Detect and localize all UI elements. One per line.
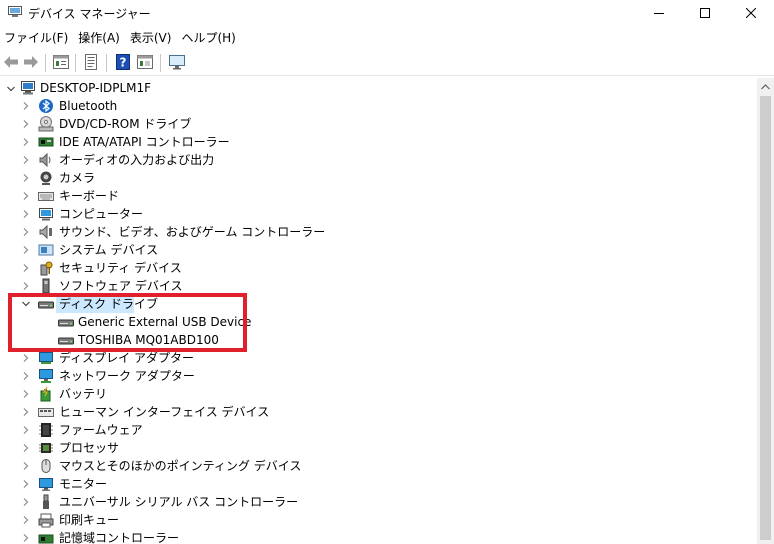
expand-chevron-icon[interactable] [21,245,31,255]
expand-chevron-icon[interactable] [21,137,31,147]
tree-item-label[interactable]: 印刷キュー [59,511,119,529]
tree-item-label[interactable]: プロセッサ [59,439,119,457]
close-button[interactable] [728,0,774,26]
expand-chevron-icon[interactable] [21,281,31,291]
svg-text:?: ? [120,56,127,70]
tree-item-label[interactable]: マウスとそのほかのポインティング デバイス [59,457,301,475]
expand-chevron-icon[interactable] [21,407,31,417]
print-queue-icon [38,513,54,528]
properties-icon[interactable] [52,53,70,71]
expand-chevron-icon[interactable] [21,353,31,363]
menu-help[interactable]: ヘルプ(H) [176,28,240,48]
maximize-button[interactable] [682,0,728,26]
device-manager-icon [8,6,22,17]
hid-icon [38,408,54,417]
expand-chevron-icon[interactable] [21,389,31,399]
tree-item-label[interactable]: ヒューマン インターフェイス デバイス [59,403,269,421]
forward-arrow-icon[interactable] [22,53,40,71]
window-title: デバイス マネージャー [28,7,151,21]
tree-item-label[interactable]: DVD/CD-ROM ドライブ [59,115,191,133]
tree-item-label[interactable]: セキュリティ デバイス [59,259,182,277]
usb-icon [43,494,49,509]
tree-item-label[interactable]: システム デバイス [59,241,158,259]
tree-item-label[interactable]: IDE ATA/ATAPI コントローラー [59,133,230,151]
expand-chevron-icon[interactable] [21,263,31,273]
expand-chevron-icon[interactable] [21,371,31,381]
ide-controller-icon [38,137,54,147]
menu-file[interactable]: ファイル(F) [0,28,73,48]
storage-controller-icon [38,534,54,544]
monitor-icon [39,478,53,491]
computer-icon [39,208,53,221]
scroll-thumb[interactable] [760,96,771,540]
toolbar-separator [106,54,107,72]
display-adapter-icon [39,352,53,364]
expand-chevron-icon[interactable] [21,155,31,165]
menu-bar: ファイル(F) 操作(A) 表示(V) ヘルプ(H) [0,28,241,48]
camera-icon [40,171,52,185]
expand-chevron-icon[interactable] [21,209,31,219]
scroll-up-icon [761,83,770,89]
expand-chevron-icon[interactable] [21,479,31,489]
minimize-icon [654,13,664,14]
tree-item-label[interactable]: コンピューター [59,205,143,223]
help-icon[interactable]: ? [114,53,132,71]
back-arrow-icon[interactable] [2,53,20,71]
processor-icon [39,443,53,453]
expand-chevron-icon[interactable] [21,533,31,543]
tree-item-label[interactable]: サウンド、ビデオ、およびゲーム コントローラー [59,223,325,241]
tree-item-label[interactable]: モニター [59,475,107,493]
tree-item-label[interactable]: オーディオの入力および出力 [59,151,214,169]
tree-item-label[interactable]: キーボード [59,187,119,205]
expand-chevron-icon[interactable] [21,515,31,525]
tree-item-label[interactable]: 記憶域コントローラー [59,529,179,544]
toolbar: ? [0,50,774,76]
expand-chevron-icon[interactable] [21,227,31,237]
monitor-icon[interactable] [168,53,186,71]
dvd-drive-icon [38,116,54,132]
collapse-chevron-icon[interactable] [6,84,16,94]
scan-icon[interactable] [136,53,154,71]
expand-chevron-icon[interactable] [21,425,31,435]
network-adapter-icon [39,369,53,383]
menu-action[interactable]: 操作(A) [73,28,125,48]
title-bar: デバイス マネージャー [0,0,774,26]
expand-chevron-icon[interactable] [21,191,31,201]
security-device-icon [40,261,53,276]
menu-view[interactable]: 表示(V) [125,28,177,48]
battery-icon [40,386,51,402]
tree-item-label[interactable]: ネットワーク アダプター [59,367,195,385]
expand-chevron-icon[interactable] [21,119,31,129]
keyboard-icon [38,192,54,201]
tree-item-label[interactable]: バッテリ [59,385,107,403]
minimize-button[interactable] [636,0,682,26]
tree-item-label[interactable]: ユニバーサル シリアル バス コントローラー [59,493,298,511]
firmware-icon [39,423,53,437]
close-icon [746,8,756,18]
toolbar-separator [75,54,76,72]
toolbar-separator [45,54,46,72]
mouse-icon [41,459,51,473]
tree-item-label[interactable]: Bluetooth [59,97,117,115]
computer-icon [21,81,35,95]
expand-chevron-icon[interactable] [21,101,31,111]
tree-item-label[interactable]: ファームウェア [59,421,143,439]
tree-item-label[interactable]: カメラ [59,169,95,187]
scroll-up-button[interactable] [757,78,774,95]
bluetooth-icon [39,99,53,113]
system-device-icon [38,244,54,256]
vertical-scrollbar[interactable] [757,78,774,544]
tree-root-label[interactable]: DESKTOP-IDPLM1F [40,79,151,97]
toolbar-separator [160,54,161,72]
expand-chevron-icon[interactable] [21,173,31,183]
audio-icon [39,152,51,168]
expand-chevron-icon[interactable] [21,497,31,507]
sound-icon [39,224,52,240]
update-icon[interactable] [82,53,100,71]
expand-chevron-icon[interactable] [21,461,31,471]
highlight-box [8,293,247,352]
expand-chevron-icon[interactable] [21,443,31,453]
software-device-icon [42,278,50,294]
maximize-icon [700,8,710,18]
